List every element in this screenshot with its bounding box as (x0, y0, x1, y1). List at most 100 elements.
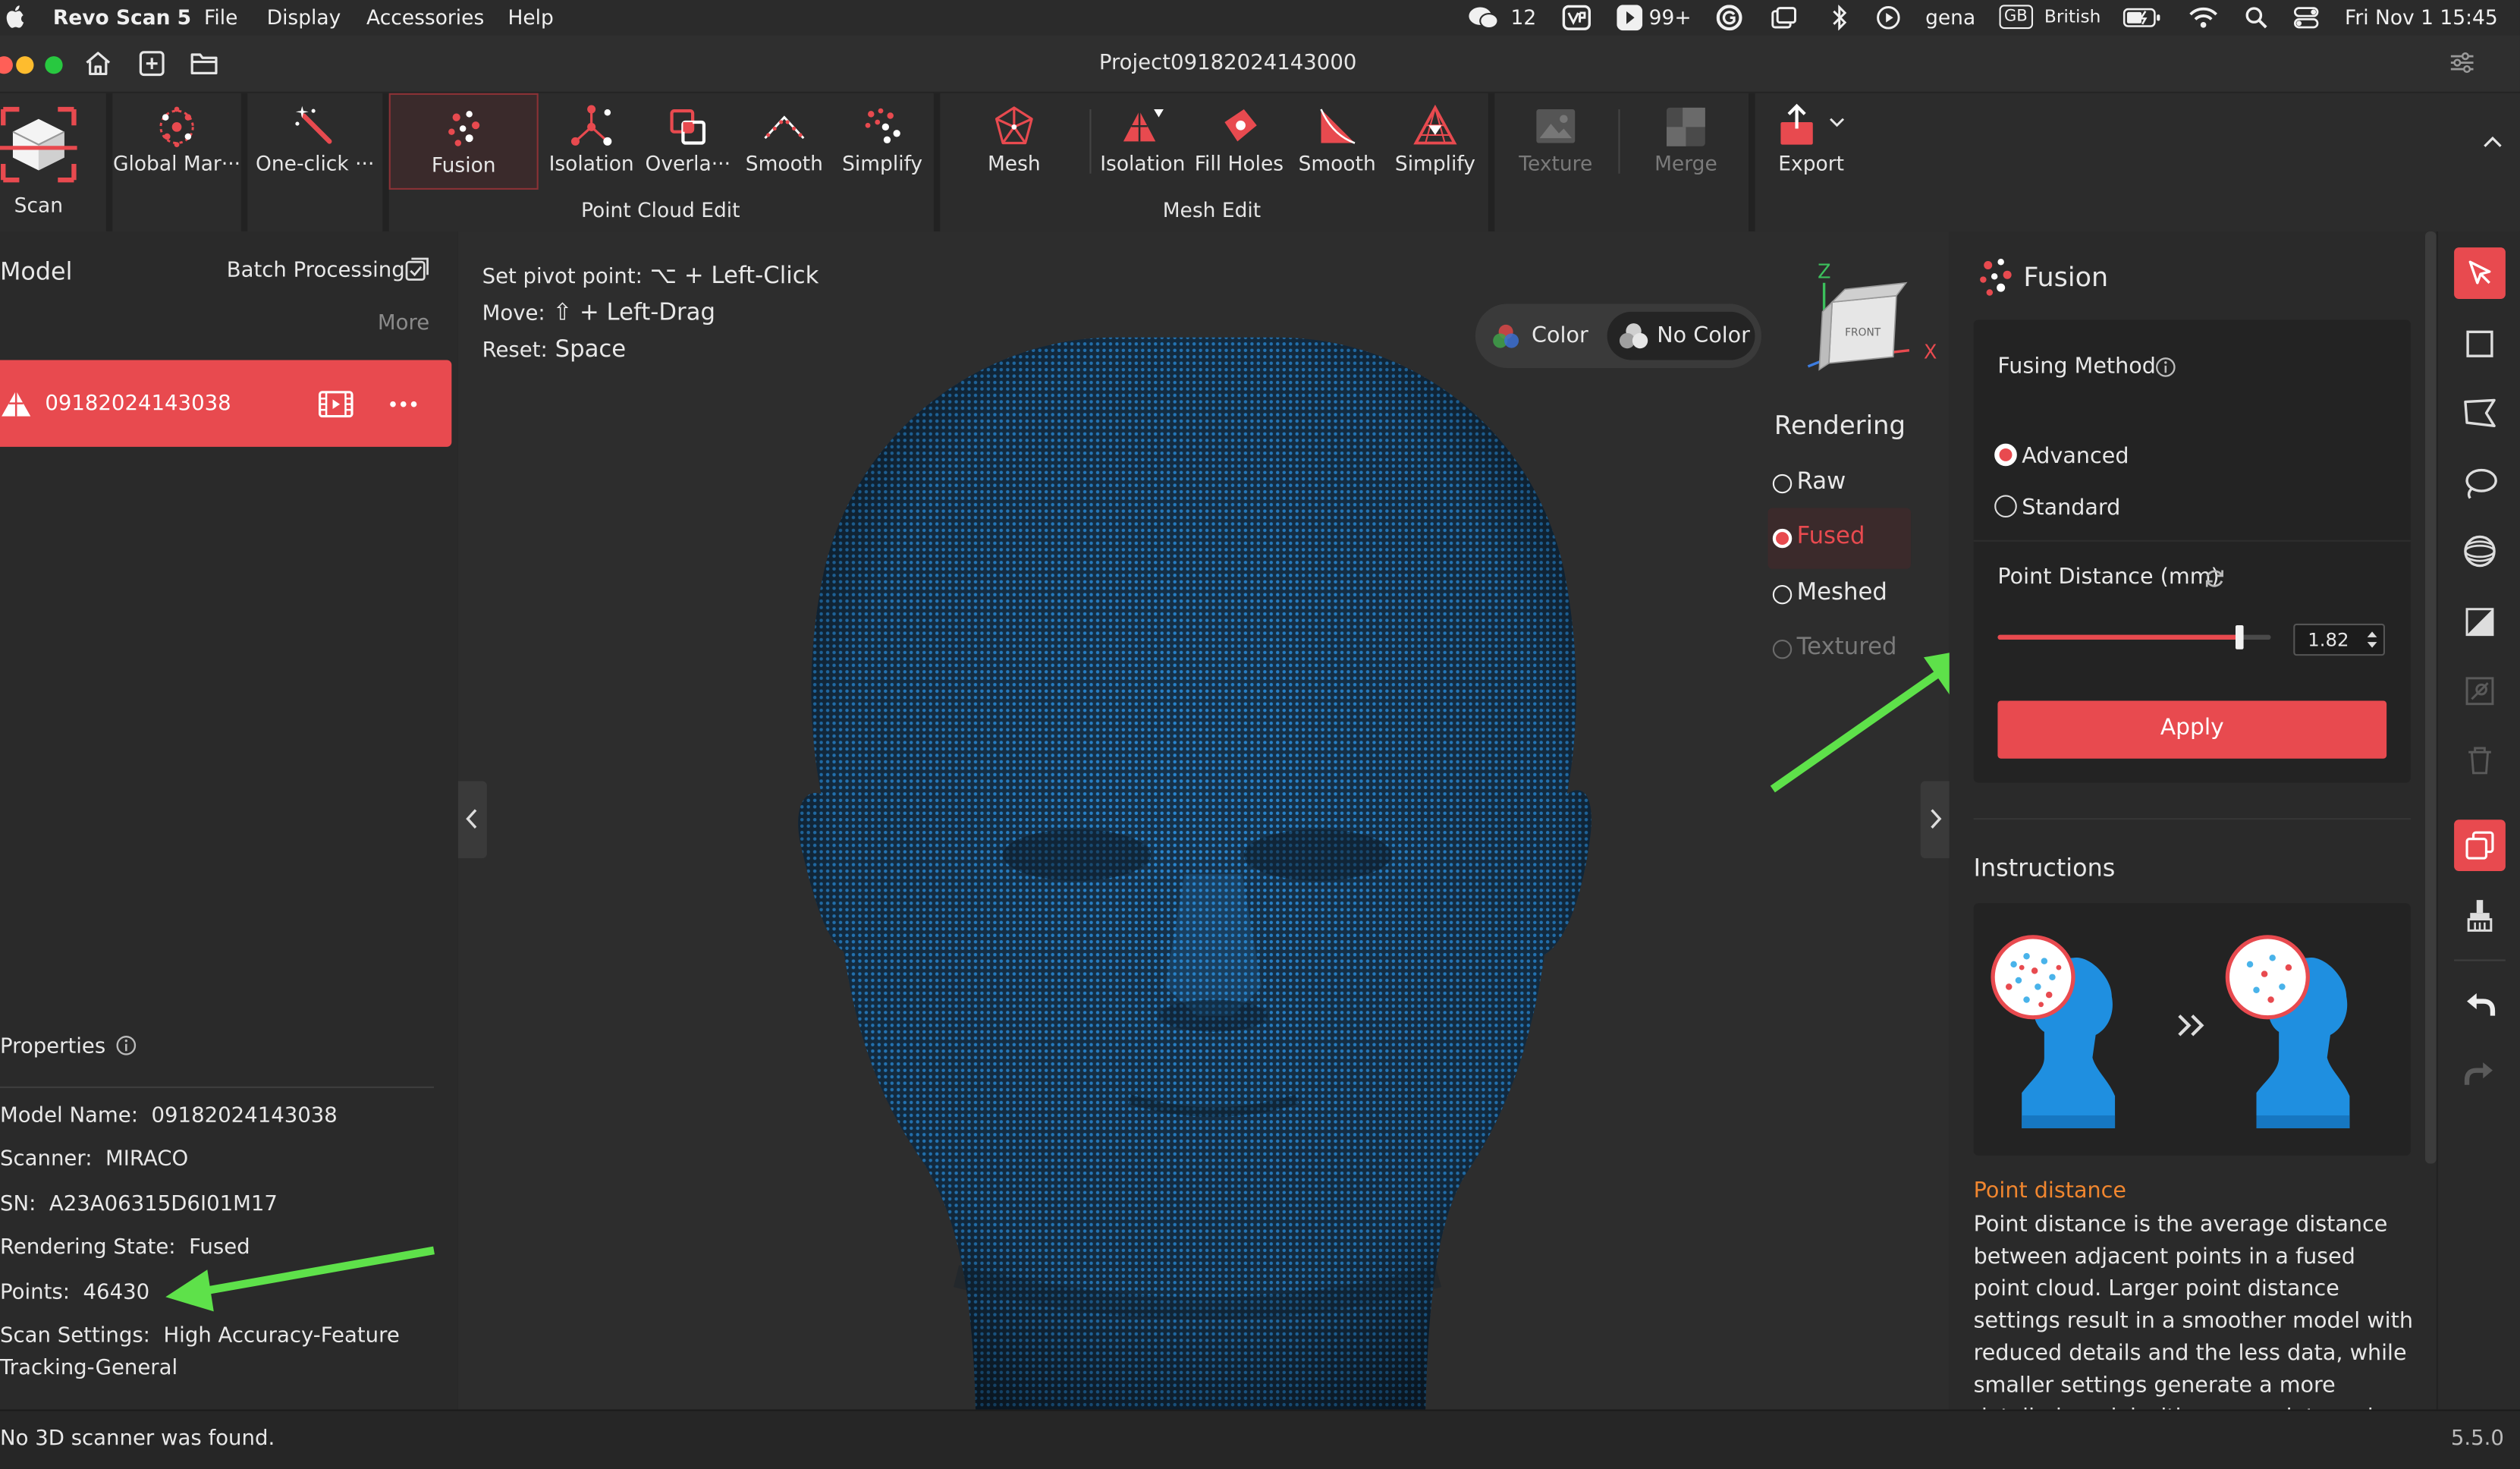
clear-selection-button[interactable] (2454, 665, 2506, 717)
battery-icon[interactable] (2123, 8, 2162, 27)
mesh-simplify-button[interactable]: Simplify (1385, 93, 1485, 190)
select-tool-button[interactable] (2454, 247, 2506, 299)
merge-button[interactable]: Merge (1632, 93, 1739, 190)
grammarly-icon[interactable] (1716, 5, 1742, 31)
collapse-toolbar-chevron-icon[interactable] (2483, 135, 2502, 148)
play-badge-icon[interactable] (1617, 5, 1643, 31)
axis-orientation-cube[interactable]: FRONT Z X (1800, 260, 1945, 376)
model-list-item[interactable]: 09182024143038 (0, 360, 452, 447)
media-play-icon[interactable] (1875, 5, 1901, 30)
pc-isolation-button[interactable]: Isolation (543, 93, 639, 190)
radio-advanced[interactable] (1994, 443, 2017, 467)
wifi-icon[interactable] (2189, 6, 2218, 29)
rendering-option-meshed[interactable]: Meshed (1767, 577, 1912, 618)
one-click-button[interactable]: One-click ··· (247, 93, 382, 231)
menu-display[interactable]: Display (267, 5, 341, 29)
model-panel: Model Batch Processing More 091820241430… (0, 231, 458, 1410)
bluetooth-icon[interactable] (1832, 5, 1848, 31)
input-source-code[interactable]: GB (1999, 5, 2033, 30)
instructions-illustration (1973, 903, 2411, 1156)
wechat-icon[interactable] (1467, 5, 1499, 30)
user-name[interactable]: gena (1925, 5, 1975, 29)
mesh-isolation-button[interactable]: Isolation (1096, 93, 1189, 190)
batch-processing-icon[interactable] (405, 257, 429, 282)
model-title: Model (0, 256, 73, 287)
mesh-model-icon (2, 390, 31, 417)
axis-cube-face: FRONT (1845, 327, 1881, 339)
radio-standard[interactable] (1994, 495, 2017, 518)
more-options-icon[interactable] (389, 400, 418, 408)
mesh-isolation-icon (1123, 109, 1164, 142)
pc-isolation-label: Isolation (548, 151, 634, 175)
point-distance-spinbox[interactable]: 1.82 (2293, 623, 2386, 656)
lasso-select-button[interactable] (2454, 457, 2506, 508)
instructions-title: Instructions (1973, 853, 2116, 882)
more-link[interactable]: More (378, 312, 429, 336)
rendering-option-fused[interactable]: Fused (1767, 508, 1912, 569)
menu-help[interactable]: Help (507, 5, 553, 29)
control-center-icon[interactable] (2293, 6, 2319, 29)
no-color-option[interactable]: No Color (1607, 311, 1755, 360)
head-point-cloud[interactable] (458, 231, 1950, 1410)
properties-info-icon[interactable] (116, 1035, 137, 1056)
undo-button[interactable] (2454, 979, 2506, 1030)
radio-fused[interactable] (1772, 528, 1793, 549)
export-dropdown-chevron-icon[interactable] (1829, 116, 1845, 129)
spotlight-search-icon[interactable] (2245, 6, 2268, 29)
apply-button[interactable]: Apply (1997, 700, 2387, 759)
pc-simplify-button[interactable]: Simplify (832, 93, 932, 190)
color-option[interactable]: Color (1491, 315, 1598, 357)
batch-processing-link[interactable]: Batch Processing (227, 259, 405, 283)
radio-meshed[interactable] (1772, 584, 1793, 605)
scan-button[interactable]: Scan (0, 93, 106, 232)
slider-thumb[interactable] (2235, 624, 2244, 650)
rectangle-select-button[interactable] (2454, 318, 2506, 370)
right-panel-scrollbar[interactable] (2424, 231, 2437, 1164)
navigation-hints: Set pivot point: ⌥ + Left-Click Move: ⇧ … (482, 259, 819, 370)
3d-viewport[interactable]: Set pivot point: ⌥ + Left-Click Move: ⇧ … (457, 231, 1950, 1410)
clean-brush-button[interactable] (2454, 890, 2506, 942)
duplicate-button[interactable] (2454, 819, 2506, 872)
scan-cube-icon (0, 106, 77, 183)
rendering-option-raw[interactable]: Raw (1767, 466, 1912, 508)
point-distance-slider[interactable] (1997, 621, 2271, 653)
delete-button[interactable] (2454, 734, 2506, 786)
window-icon[interactable] (1771, 6, 1797, 29)
vpn-icon[interactable] (1562, 5, 1591, 30)
axis-x-label: X (1924, 340, 1937, 363)
app-menu[interactable]: Revo Scan 5 (53, 5, 191, 29)
pc-smooth-button[interactable]: Smooth (736, 93, 832, 190)
clear-selection-icon (2465, 677, 2494, 706)
overlap-button[interactable]: Overla··· (639, 93, 736, 190)
mesh-smooth-button[interactable]: Smooth (1289, 93, 1385, 190)
point-distance-value[interactable]: 1.82 (2308, 628, 2349, 651)
surface-select-button[interactable] (2454, 526, 2506, 577)
redo-button[interactable] (2454, 1048, 2506, 1099)
texture-button[interactable]: Texture (1504, 93, 1607, 190)
menu-file[interactable]: File (204, 5, 237, 29)
mesh-button[interactable]: Mesh (961, 93, 1067, 190)
method-advanced-option[interactable]: Advanced (1993, 440, 2185, 472)
collapse-left-panel-button[interactable] (457, 781, 487, 859)
menu-accessories[interactable]: Accessories (366, 5, 484, 29)
polygon-select-button[interactable] (2454, 387, 2506, 439)
point-cloud-edit-group-label: Point Cloud Edit (580, 197, 740, 222)
fill-holes-button[interactable]: Fill Holes (1189, 93, 1289, 190)
fusion-button[interactable]: Fusion (388, 93, 539, 190)
invert-selection-icon (2465, 608, 2494, 637)
global-markers-button[interactable]: Global Mar··· (112, 93, 240, 231)
magic-wand-icon (295, 105, 332, 144)
input-source-name: British (2044, 6, 2101, 28)
merge-icon (1666, 107, 1705, 146)
spinbox-arrows-icon[interactable] (2366, 628, 2379, 651)
radio-raw[interactable] (1772, 473, 1793, 494)
fusion-icon (448, 111, 479, 146)
fusing-method-info-icon[interactable] (2155, 357, 2176, 378)
invert-selection-button[interactable] (2454, 596, 2506, 648)
export-button[interactable]: Export (1761, 93, 1861, 190)
settings-sliders-icon[interactable] (2449, 52, 2475, 74)
apple-icon[interactable] (6, 5, 25, 29)
reset-refresh-icon[interactable] (2204, 568, 2226, 590)
method-standard-option[interactable]: Standard (1993, 492, 2185, 524)
film-icon[interactable] (318, 391, 353, 418)
